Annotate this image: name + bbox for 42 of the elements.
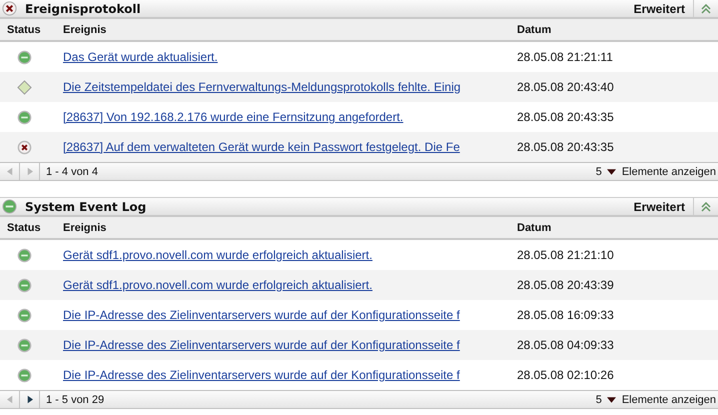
page-size-select[interactable]: 5 [596,166,616,178]
page-size-select[interactable]: 5 [596,394,616,406]
double-chevron-up-icon [701,4,711,14]
event-link[interactable]: Das Gerät wurde aktualisiert. [63,50,517,64]
date-cell-text: 28.05.08 20:43:40 [517,80,615,94]
advanced-link[interactable]: Erweitert [626,2,693,16]
column-header: Ereignis [63,222,108,234]
column-header: Datum [517,222,552,234]
column-header: Status [6,24,42,36]
dropdown-caret-icon [606,396,616,402]
date-cell-text: 28.05.08 21:21:10 [517,248,615,262]
page-size-label: Elemente anzeigen [622,166,716,178]
column-header: Ereignis [63,24,108,36]
dropdown-caret-icon [606,168,616,174]
event-link[interactable]: Die IP-Adresse des Zielinventarservers wurde auf der Konfigurationsseite f [63,308,517,322]
right-triangle-icon [26,395,32,404]
event-link[interactable]: [28637] Auf dem verwalteten Gerät wurde kein Passwort festgelegt. Die Fe [63,140,517,154]
double-chevron-up-icon [701,202,711,212]
event-link[interactable]: Gerät sdf1.provo.novell.com wurde erfolgreich aktualisiert. [63,278,517,292]
column-header: Datum [517,24,552,36]
page-range: 1 - 5 von 29 [46,394,104,406]
page-size-label: Elemente anzeigen [622,394,716,406]
event-link[interactable]: [28637] Von 192.168.2.176 wurde eine Fernsitzung angefordert. [63,110,517,124]
panel-title: Ereignisprotokoll [25,2,141,16]
date-cell-text: 28.05.08 04:09:33 [517,338,615,352]
panel-title: System Event Log [25,200,146,214]
page-range: 1 - 4 von 4 [46,166,98,178]
event-link[interactable]: Die Zeitstempeldatei des Fernverwaltungs-Meldungsprotokolls fehlte. Einig [63,80,517,94]
date-cell-text: 28.05.08 20:43:35 [517,140,615,154]
event-link[interactable]: Die IP-Adresse des Zielinventarservers wurde auf der Konfigurationsseite f [63,338,517,352]
date-cell-text: 28.05.08 20:43:35 [517,110,615,124]
right-triangle-icon [26,167,32,176]
advanced-link[interactable]: Erweitert [626,200,693,214]
column-header: Status [6,222,42,234]
left-triangle-icon [6,167,12,176]
date-cell-text: 28.05.08 16:09:33 [517,308,615,322]
date-cell-text: 28.05.08 21:21:11 [517,50,614,64]
left-triangle-icon [6,395,12,404]
event-link[interactable]: Die IP-Adresse des Zielinventarservers wurde auf der Konfigurationsseite f [63,368,517,382]
date-cell-text: 28.05.08 02:10:26 [517,368,615,382]
event-link[interactable]: Gerät sdf1.provo.novell.com wurde erfolgreich aktualisiert. [63,248,517,262]
date-cell-text: 28.05.08 20:43:39 [517,278,615,292]
